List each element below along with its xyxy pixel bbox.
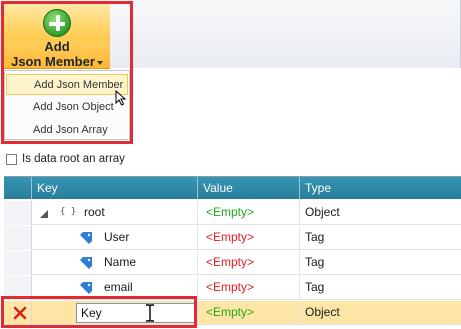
- highlight-frame-edit-row: [1, 296, 197, 328]
- column-header-key[interactable]: Key: [32, 177, 198, 199]
- table-row[interactable]: User <Empty> Tag: [4, 226, 461, 250]
- tag-icon: [80, 282, 92, 294]
- type-cell[interactable]: Object: [300, 301, 461, 325]
- row-selector[interactable]: [4, 251, 32, 275]
- type-cell[interactable]: Tag: [300, 226, 461, 250]
- value-cell[interactable]: <Empty>: [198, 201, 300, 225]
- type-cell[interactable]: Tag: [300, 251, 461, 275]
- column-header-value[interactable]: Value: [198, 177, 300, 199]
- root-array-option[interactable]: Is data root an array: [6, 152, 125, 166]
- ribbon: Add Json Member Add Json Member Add Json…: [0, 0, 461, 147]
- key-text: Name: [104, 255, 137, 269]
- type-cell[interactable]: Object: [300, 201, 461, 225]
- column-header-type[interactable]: Type: [300, 177, 461, 199]
- highlight-frame-menu: [1, 1, 133, 144]
- value-cell[interactable]: <Empty>: [198, 251, 300, 275]
- grid-header: Key Value Type: [4, 177, 461, 199]
- root-array-checkbox[interactable]: [6, 153, 17, 165]
- tag-icon: [80, 257, 92, 269]
- table-row[interactable]: Name <Empty> Tag: [4, 251, 461, 275]
- key-cell[interactable]: Name: [32, 251, 198, 275]
- object-braces-icon: { }: [60, 207, 77, 217]
- key-text: root: [84, 205, 105, 219]
- type-cell[interactable]: Tag: [300, 276, 461, 300]
- row-selector[interactable]: [4, 201, 32, 225]
- value-cell[interactable]: <Empty>: [198, 301, 300, 325]
- collapse-triangle-icon[interactable]: [40, 210, 48, 218]
- value-cell[interactable]: <Empty>: [198, 276, 300, 300]
- row-selector[interactable]: [4, 226, 32, 250]
- value-cell[interactable]: <Empty>: [198, 226, 300, 250]
- tag-icon: [80, 232, 92, 244]
- key-cell[interactable]: User: [32, 226, 198, 250]
- key-text: User: [104, 230, 130, 244]
- key-cell[interactable]: { } root: [32, 201, 198, 225]
- root-array-label: Is data root an array: [22, 153, 125, 165]
- header-row-selector: [4, 177, 32, 199]
- table-row[interactable]: { } root <Empty> Object: [4, 201, 461, 225]
